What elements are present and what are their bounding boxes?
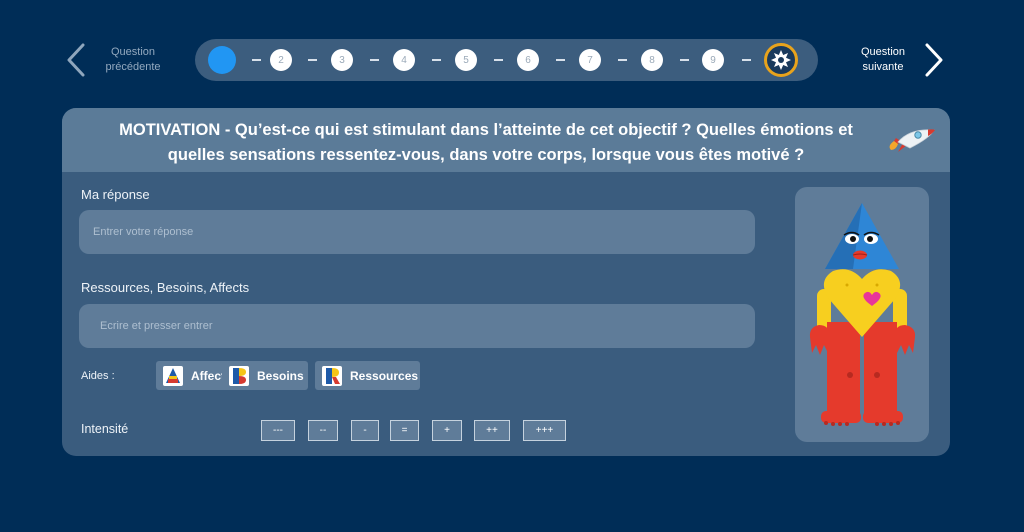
intensity-option[interactable]: ++ [474,420,510,441]
next-question-label: Question suivante [860,46,906,73]
question-card: MOTIVATION - Qu’est-ce qui est stimulant… [62,108,950,456]
resources-input[interactable] [79,304,755,348]
question-text: MOTIVATION - Qu’est-ce qui est stimulant… [119,121,853,164]
previous-question-button[interactable]: Question précédente [66,40,168,80]
step-7[interactable]: 7 [579,49,601,71]
step-4[interactable]: 4 [393,49,415,71]
step-separator [494,59,503,61]
chevron-right-icon [925,43,943,77]
step-final[interactable] [764,43,798,77]
besoins-button-label: Besoins [257,368,304,383]
step-separator [308,59,317,61]
intensity-option[interactable]: = [390,420,419,441]
step-6[interactable]: 6 [517,49,539,71]
rocket-icon [889,129,935,152]
besoins-logo-icon [229,365,249,386]
intensity-option[interactable]: +++ [523,420,566,441]
ressources-button[interactable]: Ressources [315,361,420,390]
answer-label: Ma réponse [81,187,150,202]
character-panel [795,187,929,442]
step-1[interactable] [208,46,236,74]
besoins-button[interactable]: Besoins [222,361,308,390]
intensity-option[interactable]: + [432,420,462,441]
step-separator [680,59,689,61]
intensity-label: Intensité [81,422,129,436]
step-3[interactable]: 3 [331,49,353,71]
character-illustration [809,203,916,426]
ressources-button-label: Ressources [350,368,419,383]
previous-question-label: Question précédente [105,46,161,73]
aides-label: Aides : [81,370,115,382]
intensity-option[interactable]: --- [261,420,295,441]
step-separator [556,59,565,61]
step-separator [742,59,751,61]
chevron-left-icon [67,43,85,77]
step-separator [432,59,441,61]
step-separator [252,59,261,61]
ressources-logo-icon [322,365,342,386]
step-separator [618,59,627,61]
burst-star-icon [771,50,791,70]
step-5[interactable]: 5 [455,49,477,71]
affects-logo-icon [163,365,183,386]
next-question-button[interactable]: Question suivante [858,40,944,80]
step-2[interactable]: 2 [270,49,292,71]
resources-label: Ressources, Besoins, Affects [81,280,250,295]
step-8[interactable]: 8 [641,49,663,71]
intensity-option[interactable]: -- [308,420,338,441]
question-header: MOTIVATION - Qu’est-ce qui est stimulant… [62,108,950,172]
step-separator [370,59,379,61]
answer-input[interactable] [79,210,755,254]
step-9[interactable]: 9 [702,49,724,71]
question-stepper: 2 3 4 5 6 7 8 9 [195,39,818,81]
intensity-option[interactable]: - [351,420,379,441]
